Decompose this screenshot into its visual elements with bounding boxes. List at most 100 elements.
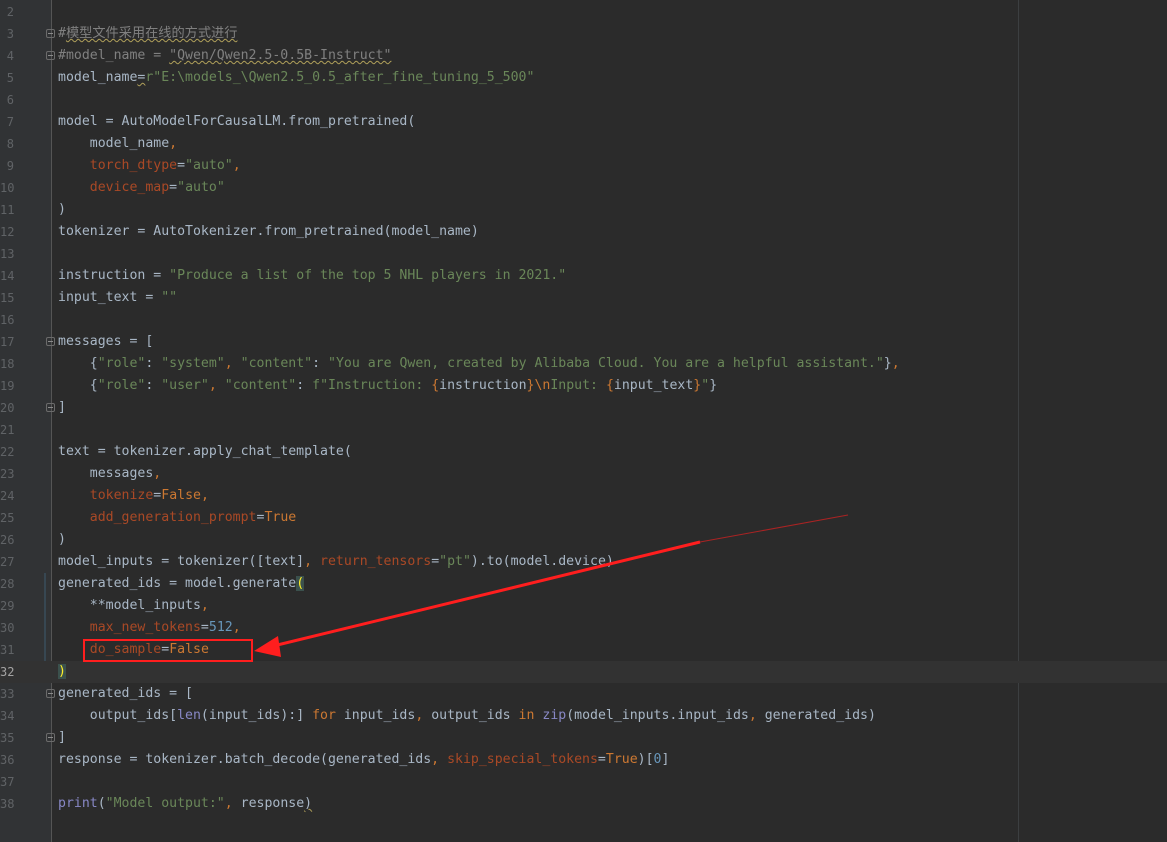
line-number[interactable]: 22	[0, 441, 14, 463]
code-line[interactable]: 33 generated_ids = [	[0, 683, 1167, 705]
code-line[interactable]: 37	[0, 771, 1167, 793]
line-number[interactable]: 15	[0, 287, 14, 309]
code-text[interactable]: model = AutoModelForCausalLM.from_pretra…	[58, 111, 415, 133]
line-number[interactable]: 25	[0, 507, 14, 529]
code-text[interactable]: max_new_tokens=512,	[58, 617, 241, 639]
line-number[interactable]: 12	[0, 221, 14, 243]
code-line[interactable]: 27 model_inputs = tokenizer([text], retur…	[0, 551, 1167, 573]
line-number[interactable]: 28	[0, 573, 14, 595]
code-line[interactable]: 21	[0, 419, 1167, 441]
code-text[interactable]: add_generation_prompt=True	[58, 507, 296, 529]
code-line[interactable]: 11)	[0, 199, 1167, 221]
line-number[interactable]: 2	[0, 1, 14, 23]
line-number[interactable]: 17	[0, 331, 14, 353]
fold-toggle-icon[interactable]	[46, 403, 55, 412]
code-text[interactable]: )	[58, 529, 66, 551]
code-line[interactable]: 6	[0, 89, 1167, 111]
code-line[interactable]: 34 output_ids[len(input_ids):] for input…	[0, 705, 1167, 727]
code-line[interactable]: 20]	[0, 397, 1167, 419]
code-line[interactable]: 7 model = AutoModelForCausalLM.from_pretr…	[0, 111, 1167, 133]
code-text[interactable]: ]	[58, 397, 66, 419]
line-number[interactable]: 19	[0, 375, 14, 397]
code-line[interactable]: 5 model_name=r"E:\models_\Qwen2.5_0.5_aft…	[0, 67, 1167, 89]
code-text[interactable]: torch_dtype="auto",	[58, 155, 241, 177]
line-number[interactable]: 36	[0, 749, 14, 771]
code-text[interactable]: ]	[58, 727, 66, 749]
line-number[interactable]: 4	[0, 45, 14, 67]
code-line[interactable]: 15 input_text = ""	[0, 287, 1167, 309]
line-number[interactable]: 11	[0, 199, 14, 221]
line-number[interactable]: 13	[0, 243, 14, 265]
line-number[interactable]: 33	[0, 683, 14, 705]
line-number[interactable]: 20	[0, 397, 14, 419]
code-editor[interactable]: 2 3 #模型文件采用在线的方式进行 4 #model_name = "Qwen/Qwe…	[0, 0, 1167, 842]
code-text[interactable]: model_name=r"E:\models_\Qwen2.5_0.5_afte…	[58, 67, 534, 89]
code-text[interactable]: output_ids[len(input_ids):] for input_id…	[58, 705, 876, 727]
code-line[interactable]: 12 tokenizer = AutoTokenizer.from_pretrai…	[0, 221, 1167, 243]
line-number[interactable]: 8	[0, 133, 14, 155]
line-number[interactable]: 10	[0, 177, 14, 199]
code-text[interactable]: )	[58, 661, 66, 683]
code-line[interactable]: 29 **model_inputs,	[0, 595, 1167, 617]
code-text[interactable]: response = tokenizer.batch_decode(genera…	[58, 749, 669, 771]
code-line[interactable]: 24 tokenize=False,	[0, 485, 1167, 507]
code-line[interactable]: 17 messages = [	[0, 331, 1167, 353]
line-number[interactable]: 38	[0, 793, 14, 815]
code-line[interactable]: 16	[0, 309, 1167, 331]
code-text[interactable]: )	[58, 199, 66, 221]
line-number[interactable]: 3	[0, 23, 14, 45]
line-number[interactable]: 14	[0, 265, 14, 287]
code-line[interactable]: 26)	[0, 529, 1167, 551]
code-line[interactable]: 32)	[0, 661, 1167, 683]
code-line[interactable]: 14 instruction = "Produce a list of the t…	[0, 265, 1167, 287]
code-text[interactable]: input_text = ""	[58, 287, 177, 309]
code-line[interactable]: 28 generated_ids = model.generate(	[0, 573, 1167, 595]
code-line[interactable]: 35]	[0, 727, 1167, 749]
fold-toggle-icon[interactable]	[46, 51, 55, 60]
code-text[interactable]: {"role": "system", "content": "You are Q…	[58, 353, 900, 375]
code-text[interactable]: generated_ids = [	[58, 683, 193, 705]
fold-toggle-icon[interactable]	[46, 733, 55, 742]
code-text[interactable]: {"role": "user", "content": f"Instructio…	[58, 375, 717, 397]
code-line[interactable]: 2	[0, 1, 1167, 23]
fold-toggle-icon[interactable]	[46, 29, 55, 38]
code-text[interactable]: text = tokenizer.apply_chat_template(	[58, 441, 352, 463]
code-text[interactable]: messages = [	[58, 331, 153, 353]
code-line[interactable]: 38 print("Model output:", response)	[0, 793, 1167, 815]
line-number[interactable]: 16	[0, 309, 14, 331]
code-line[interactable]: 25 add_generation_prompt=True	[0, 507, 1167, 529]
code-line[interactable]: 18 {"role": "system", "content": "You ar…	[0, 353, 1167, 375]
line-number[interactable]: 35	[0, 727, 14, 749]
line-number[interactable]: 21	[0, 419, 14, 441]
code-text[interactable]: device_map="auto"	[58, 177, 225, 199]
code-line[interactable]: 8 model_name,	[0, 133, 1167, 155]
code-text[interactable]: tokenize=False,	[58, 485, 209, 507]
code-line[interactable]: 30 max_new_tokens=512,	[0, 617, 1167, 639]
code-text[interactable]: messages,	[58, 463, 161, 485]
code-line[interactable]: 10 device_map="auto"	[0, 177, 1167, 199]
line-number[interactable]: 24	[0, 485, 14, 507]
code-text[interactable]: #model_name = "Qwen/Qwen2.5-0.5B-Instruc…	[58, 45, 391, 67]
line-number[interactable]: 18	[0, 353, 14, 375]
line-number[interactable]: 34	[0, 705, 14, 727]
code-text[interactable]: generated_ids = model.generate(	[58, 573, 305, 595]
line-number[interactable]: 26	[0, 529, 14, 551]
line-number[interactable]: 7	[0, 111, 14, 133]
line-number[interactable]: 5	[0, 67, 14, 89]
line-number[interactable]: 32	[0, 661, 14, 683]
code-line[interactable]: 13	[0, 243, 1167, 265]
code-line[interactable]: 3 #模型文件采用在线的方式进行	[0, 23, 1167, 45]
line-number[interactable]: 9	[0, 155, 14, 177]
line-number[interactable]: 30	[0, 617, 14, 639]
code-line[interactable]: 36 response = tokenizer.batch_decode(gene…	[0, 749, 1167, 771]
line-number[interactable]: 23	[0, 463, 14, 485]
line-number[interactable]: 31	[0, 639, 14, 661]
line-number[interactable]: 37	[0, 771, 14, 793]
line-number[interactable]: 29	[0, 595, 14, 617]
code-text[interactable]: tokenizer = AutoTokenizer.from_pretraine…	[58, 221, 479, 243]
line-number[interactable]: 6	[0, 89, 14, 111]
line-number[interactable]: 27	[0, 551, 14, 573]
code-text[interactable]: instruction = "Produce a list of the top…	[58, 265, 566, 287]
fold-toggle-icon[interactable]	[46, 689, 55, 698]
code-text[interactable]: model_inputs = tokenizer([text], return_…	[58, 551, 614, 573]
